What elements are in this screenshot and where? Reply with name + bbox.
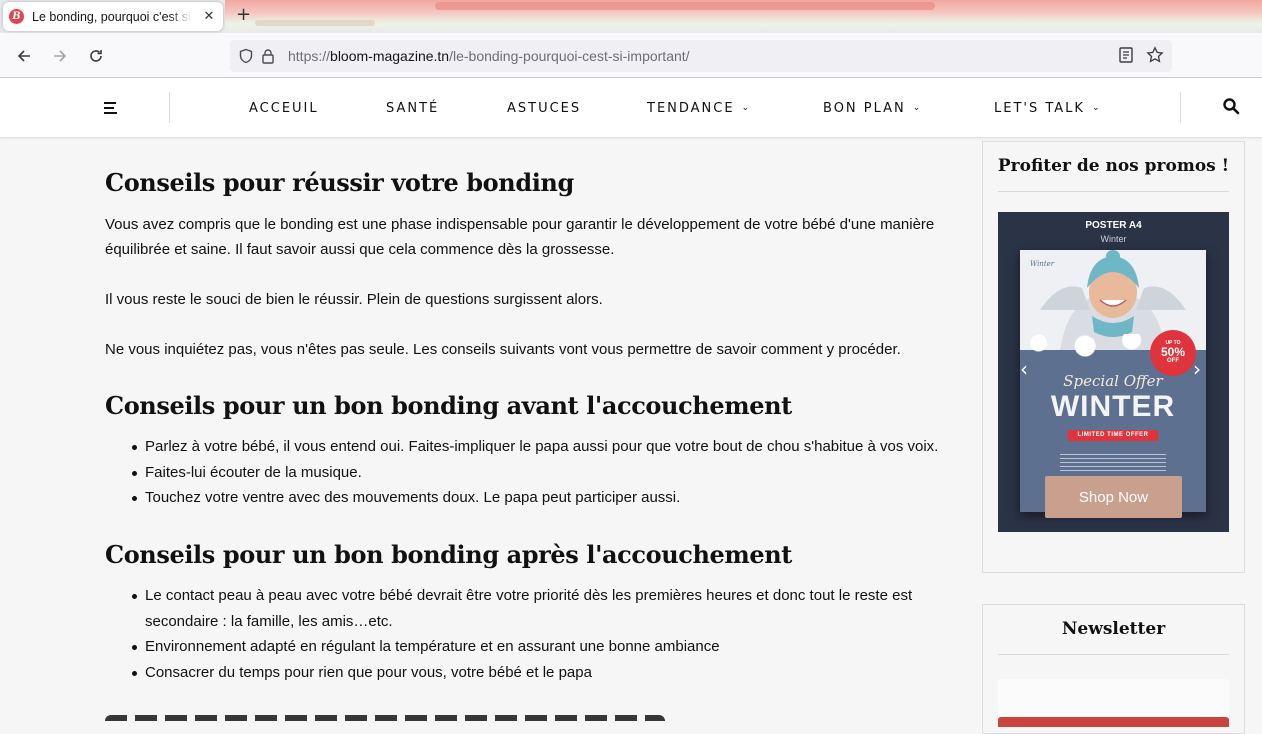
list-item: Touchez votre ventre avec des mouvements… bbox=[132, 485, 950, 511]
site-header: ACCEUIL SANTÉ ASTUCES TENDANCE ⌄ BON PLAN… bbox=[0, 78, 1262, 138]
shop-now-button[interactable]: Shop Now bbox=[1045, 476, 1182, 518]
hamburger-menu-icon[interactable] bbox=[104, 102, 118, 117]
list-item: Faites-lui écouter de la musique. bbox=[132, 460, 950, 486]
special-offer-text: Special Offer bbox=[1063, 372, 1163, 390]
reload-icon[interactable] bbox=[84, 45, 108, 67]
tab-strip-background bbox=[225, 0, 1262, 33]
padlock-icon[interactable] bbox=[258, 46, 278, 66]
list-item: Le contact peau à peau avec votre bébé d… bbox=[132, 583, 950, 634]
header-divider bbox=[1180, 92, 1181, 123]
url-text[interactable]: https://bloom-magazine.tn/le-bonding-pou… bbox=[288, 48, 690, 64]
banner-title: POSTER A4 bbox=[1085, 220, 1142, 231]
nav-item-label: SANTÉ bbox=[386, 100, 440, 116]
shield-icon[interactable] bbox=[236, 46, 256, 66]
section-heading-conseils: Conseils pour réussir votre bonding bbox=[105, 168, 574, 197]
reader-view-icon[interactable] bbox=[1118, 46, 1134, 68]
close-tab-icon[interactable]: ✕ bbox=[201, 9, 217, 24]
nav-item-label: TENDANCE bbox=[647, 100, 735, 116]
chevron-down-icon: ⌄ bbox=[741, 103, 750, 113]
winter-headline: WINTER bbox=[1050, 390, 1176, 423]
chevron-down-icon: ⌄ bbox=[912, 103, 921, 113]
newsletter-subscribe-button[interactable] bbox=[998, 717, 1229, 727]
bookmark-star-icon[interactable] bbox=[1146, 46, 1164, 68]
article-paragraph: Vous avez compris que le bonding est une… bbox=[105, 216, 935, 258]
search-icon[interactable] bbox=[1222, 97, 1240, 115]
poster-image: Winter UP TO 50% OFF Special Offer WINTER … bbox=[1020, 250, 1206, 512]
browser-tab-active[interactable]: B Le bonding, pourquoi c'est si importan… bbox=[3, 2, 223, 31]
list-item: Parlez à votre bébé, il vous entend oui.… bbox=[132, 434, 950, 460]
newsletter-widget: Newsletter bbox=[982, 604, 1245, 734]
list-item: Consacrer du temps pour rien que pour vo… bbox=[132, 660, 950, 686]
poster-fine-print bbox=[1060, 454, 1166, 474]
tips-list-apres: Le contact peau à peau avec votre bébé d… bbox=[132, 583, 950, 686]
banner-subtitle: Winter bbox=[1100, 234, 1127, 244]
forward-arrow-icon[interactable] bbox=[48, 45, 72, 67]
nav-item-label: BON PLAN bbox=[823, 100, 906, 116]
promo-banner[interactable]: POSTER A4 Winter Winter UP TO 50% OFF Sp… bbox=[998, 212, 1229, 532]
browser-navigation-bar: https://bloom-magazine.tn/le-bonding-pou… bbox=[0, 33, 1262, 78]
nav-item-label: LET'S TALK bbox=[994, 100, 1085, 116]
newsletter-email-input[interactable] bbox=[998, 679, 1229, 719]
browser-tab-strip: B Le bonding, pourquoi c'est si importan… bbox=[0, 0, 1262, 33]
address-bar[interactable]: https://bloom-magazine.tn/le-bonding-pou… bbox=[230, 40, 1172, 72]
site-favicon-icon: B bbox=[9, 9, 24, 24]
nav-item-label: ACCEUIL bbox=[249, 100, 319, 116]
poster-logo: Winter bbox=[1030, 260, 1055, 268]
promo-widget: Profiter de nos promos ! POSTER A4 Winte… bbox=[982, 141, 1245, 573]
tips-list-avant: Parlez à votre bébé, il vous entend oui.… bbox=[132, 434, 950, 511]
nav-item-astuces[interactable]: ASTUCES bbox=[507, 78, 581, 138]
back-arrow-icon[interactable] bbox=[12, 45, 36, 67]
nav-item-tendance[interactable]: TENDANCE ⌄ bbox=[647, 78, 749, 138]
new-tab-icon[interactable]: + bbox=[236, 4, 251, 25]
newsletter-title: Newsletter bbox=[1061, 619, 1166, 639]
nav-item-bon-plan[interactable]: BON PLAN ⌄ bbox=[823, 78, 920, 138]
next-heading-cutoff bbox=[105, 711, 665, 721]
section-heading-apres: Conseils pour un bon bonding après l'acc… bbox=[105, 540, 792, 569]
promo-widget-title: Profiter de nos promos ! bbox=[997, 156, 1230, 176]
nav-item-acceuil[interactable]: ACCEUIL bbox=[249, 78, 319, 138]
nav-item-lets-talk[interactable]: LET'S TALK ⌄ bbox=[994, 78, 1100, 138]
header-divider bbox=[169, 92, 170, 123]
article-paragraph: Ne vous inquiétez pas, vous n'êtes pas s… bbox=[105, 341, 901, 358]
tab-title: Le bonding, pourquoi c'est si important bbox=[32, 9, 192, 24]
carousel-next-icon[interactable]: › bbox=[1193, 357, 1201, 381]
chevron-down-icon: ⌄ bbox=[1091, 103, 1100, 113]
limited-offer-ribbon: LIMITED TIME OFFER bbox=[1068, 430, 1158, 441]
list-item: Environnement adapté en régulant la temp… bbox=[132, 634, 950, 660]
nav-item-label: ASTUCES bbox=[507, 100, 582, 116]
article-paragraph: Il vous reste le souci de bien le réussi… bbox=[105, 291, 603, 308]
carousel-prev-icon[interactable]: ‹ bbox=[1020, 357, 1028, 381]
section-heading-avant: Conseils pour un bon bonding avant l'acc… bbox=[105, 391, 792, 420]
nav-item-sante[interactable]: SANTÉ bbox=[386, 78, 439, 138]
widget-divider bbox=[998, 654, 1229, 655]
discount-badge: UP TO 50% OFF bbox=[1150, 330, 1196, 376]
widget-divider bbox=[998, 191, 1229, 192]
